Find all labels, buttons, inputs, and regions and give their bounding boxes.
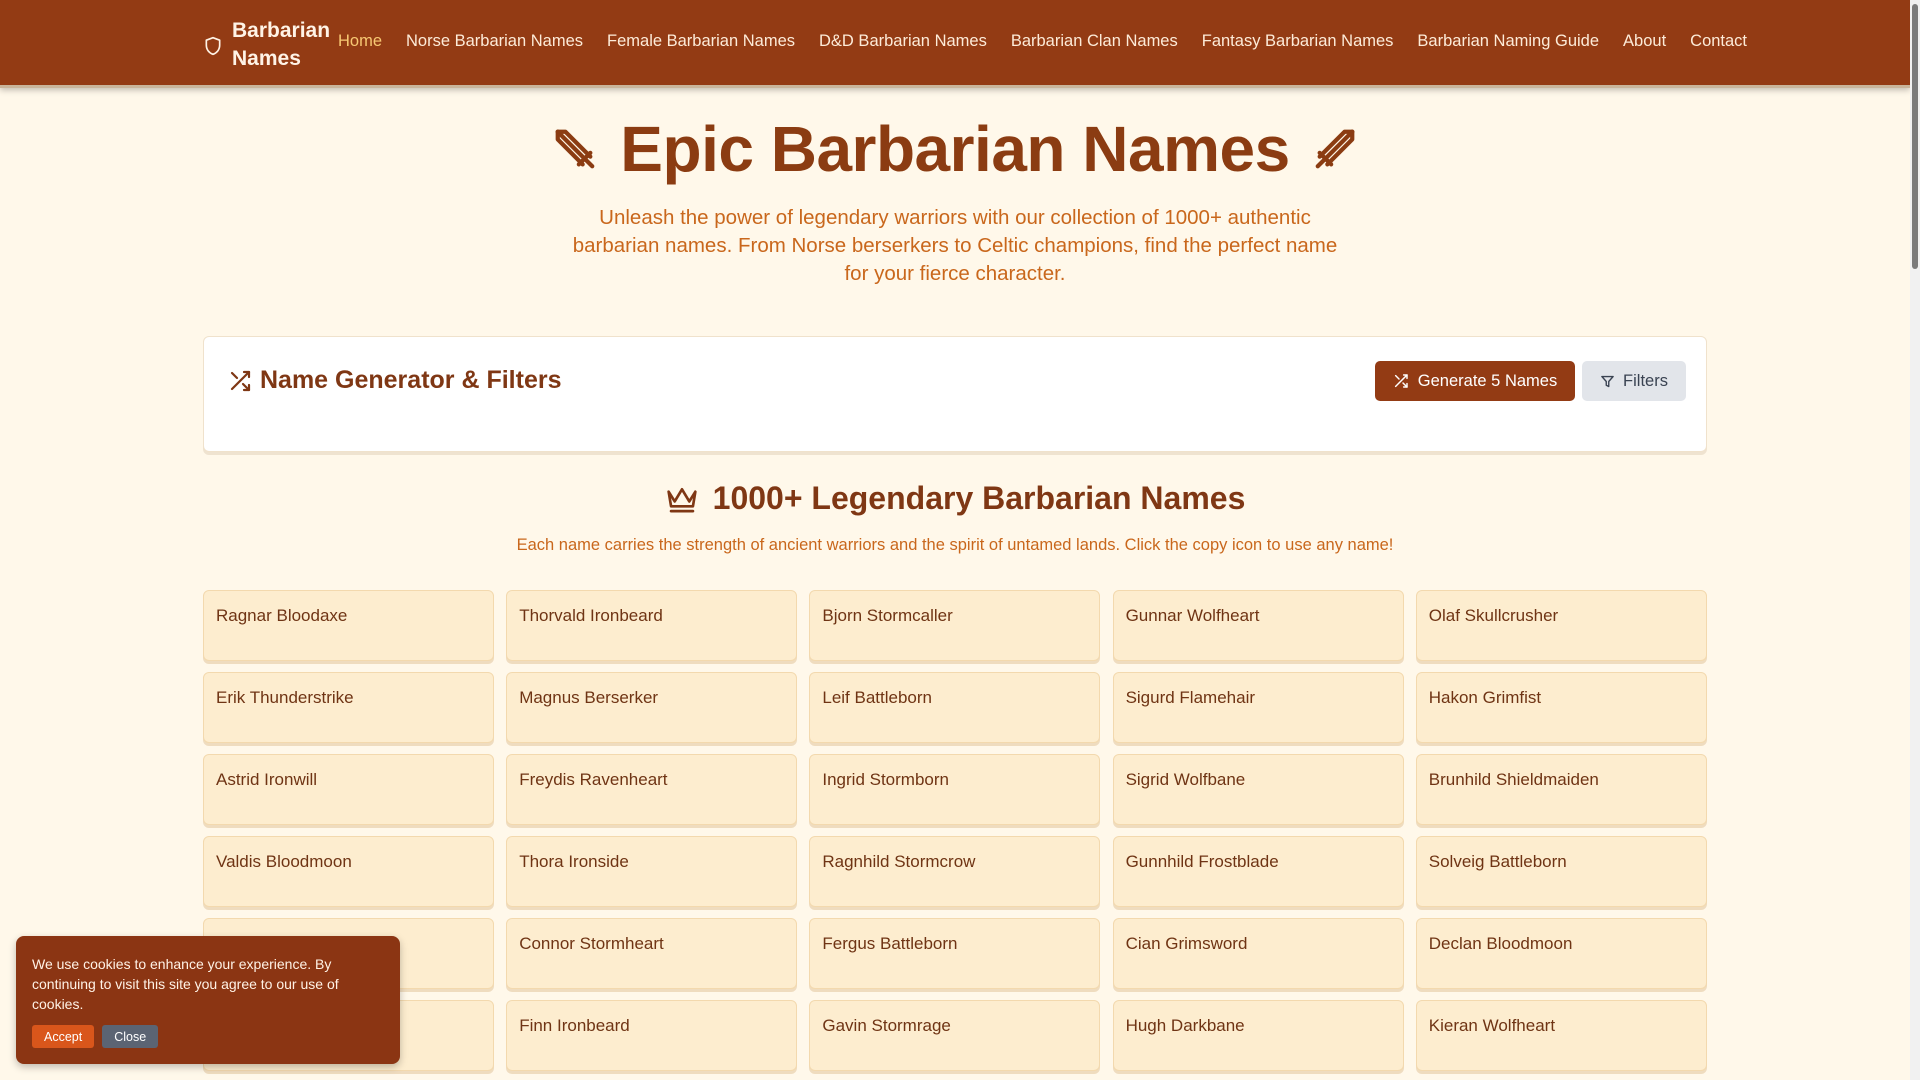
name-card-label: Ragnar Bloodaxe [216,606,348,625]
generate-names-button[interactable]: Generate 5 Names [1375,361,1575,401]
nav-barbarian-clan-names[interactable]: Barbarian Clan Names [1011,32,1178,51]
name-card[interactable]: Sigurd Flamehair [1112,672,1404,743]
name-card[interactable]: Sigrid Wolfbane [1112,754,1404,825]
nav-barbarian-naming-guide[interactable]: Barbarian Naming Guide [1417,32,1599,51]
nav-contact[interactable]: Contact [1690,32,1747,51]
name-card-label: Ingrid Stormborn [822,770,949,789]
page-title: Epic Barbarian Names [620,113,1290,185]
name-card-label: Fergus Battleborn [822,934,958,953]
name-card-label: Sigurd Flamehair [1125,688,1256,707]
name-card[interactable]: Thorvald Ironbeard [506,590,798,661]
name-card[interactable]: Connor Stormheart [506,918,798,989]
main-nav: Home Norse Barbarian Names Female Barbar… [338,32,1771,51]
name-card-label: Gavin Stormrage [822,1016,951,1035]
name-card-label: Brunhild Shieldmaiden [1428,770,1599,789]
nav-female-barbarian-names[interactable]: Female Barbarian Names [607,32,795,51]
scrollbar-thumb[interactable] [1912,4,1918,269]
name-card-label: Freydis Ravenheart [519,770,668,789]
nav-fantasy-barbarian-names[interactable]: Fantasy Barbarian Names [1202,32,1394,51]
name-card-label: Astrid Ironwill [216,770,318,789]
nav-dnd-barbarian-names[interactable]: D&D Barbarian Names [819,32,987,51]
name-card[interactable]: Valdis Bloodmoon [203,836,494,907]
name-card-label: Olaf Skullcrusher [1428,606,1559,625]
name-card[interactable]: Solveig Battleborn [1415,836,1707,907]
generator-title-text: Name Generator & Filters [260,366,562,394]
names-section-title: 1000+ Legendary Barbarian Names [0,480,1910,517]
name-card[interactable]: Gunnar Wolfheart [1112,590,1404,661]
name-card[interactable]: Hakon Grimfist [1415,672,1707,743]
name-card[interactable]: Gunnhild Frostblade [1112,836,1404,907]
name-card[interactable]: Ingrid Stormborn [809,754,1101,825]
brand-name: Barbarian Names [232,19,331,70]
nav-norse-barbarian-names[interactable]: Norse Barbarian Names [406,32,583,51]
name-card[interactable]: Bjorn Stormcaller [809,590,1101,661]
name-card[interactable]: Thora Ironside [506,836,798,907]
cookie-banner: We use cookies to enhance your experienc… [16,936,400,1064]
name-card[interactable]: Gavin Stormrage [809,1000,1101,1071]
name-card[interactable]: Declan Bloodmoon [1415,918,1707,989]
name-card-label: Gunnar Wolfheart [1125,606,1260,625]
name-card-label: Ragnhild Stormcrow [822,852,976,871]
sword-icon [555,129,595,169]
cookie-message: We use cookies to enhance your experienc… [32,956,339,1012]
name-card-label: Thora Ironside [519,852,629,871]
name-card-label: Valdis Bloodmoon [216,852,352,871]
name-card-label: Solveig Battleborn [1428,852,1567,871]
name-card[interactable]: Olaf Skullcrusher [1415,590,1707,661]
page-scrollbar[interactable] [1910,0,1920,1080]
name-card[interactable]: Ragnhild Stormcrow [809,836,1101,907]
shuffle-icon [1394,374,1408,388]
name-card-label: Hakon Grimfist [1428,688,1542,707]
name-card-label: Thorvald Ironbeard [519,606,663,625]
generate-button-label: Generate 5 Names [1417,371,1558,390]
name-card-label: Sigrid Wolfbane [1125,770,1246,789]
name-card[interactable]: Hugh Darkbane [1112,1000,1404,1071]
name-card[interactable]: Astrid Ironwill [203,754,494,825]
names-section-subtitle: Each name carries the strength of ancien… [516,536,1394,554]
name-card-label: Leif Battleborn [822,688,933,707]
name-card-label: Magnus Berserker [519,688,659,707]
hero-subtitle: Unleash the power of legendary warriors … [572,206,1338,285]
cookie-actions: Accept Close [32,1025,159,1048]
hero-title: Epic Barbarian Names [0,112,1910,186]
name-card[interactable]: Cian Grimsword [1112,918,1404,989]
cookie-close-button[interactable]: Close [102,1025,159,1048]
nav-about[interactable]: About [1623,32,1666,51]
brand-logo[interactable]: Barbarian Names [203,17,342,73]
shuffle-icon [230,370,251,391]
crown-icon [666,487,697,512]
name-card-label: Cian Grimsword [1125,934,1248,953]
name-card[interactable]: Magnus Berserker [506,672,798,743]
sword-icon [1315,129,1355,169]
name-card-label: Hugh Darkbane [1125,1016,1245,1035]
shield-icon [205,36,221,56]
generator-title: Name Generator & Filters [228,366,562,395]
generator-panel: Name Generator & Filters Generate 5 Name… [203,336,1707,452]
name-card[interactable]: Fergus Battleborn [809,918,1101,989]
filters-button-label: Filters [1623,371,1668,390]
name-card-label: Finn Ironbeard [519,1016,630,1035]
names-grid: Ragnar Bloodaxe Thorvald Ironbeard Bjorn S… [203,590,1707,1071]
filter-icon [1601,375,1614,387]
name-card[interactable]: Finn Ironbeard [506,1000,798,1071]
site-header: Barbarian Names Home Norse Barbarian Nam… [0,0,1910,88]
name-card-label: Erik Thunderstrike [216,688,354,707]
cookie-accept-button[interactable]: Accept [32,1025,95,1048]
name-card-label: Bjorn Stormcaller [822,606,953,625]
nav-home[interactable]: Home [338,32,382,51]
name-card-label: Connor Stormheart [519,934,664,953]
name-card[interactable]: Freydis Ravenheart [506,754,798,825]
names-section-heading: 1000+ Legendary Barbarian Names [712,480,1246,516]
filters-button[interactable]: Filters [1582,361,1686,401]
name-card[interactable]: Leif Battleborn [809,672,1101,743]
name-card-label: Kieran Wolfheart [1428,1016,1556,1035]
name-card[interactable]: Ragnar Bloodaxe [203,590,494,661]
name-card[interactable]: Erik Thunderstrike [203,672,494,743]
name-card-label: Gunnhild Frostblade [1125,852,1279,871]
name-card[interactable]: Brunhild Shieldmaiden [1415,754,1707,825]
name-card-label: Declan Bloodmoon [1428,934,1573,953]
name-card[interactable]: Kieran Wolfheart [1415,1000,1707,1071]
